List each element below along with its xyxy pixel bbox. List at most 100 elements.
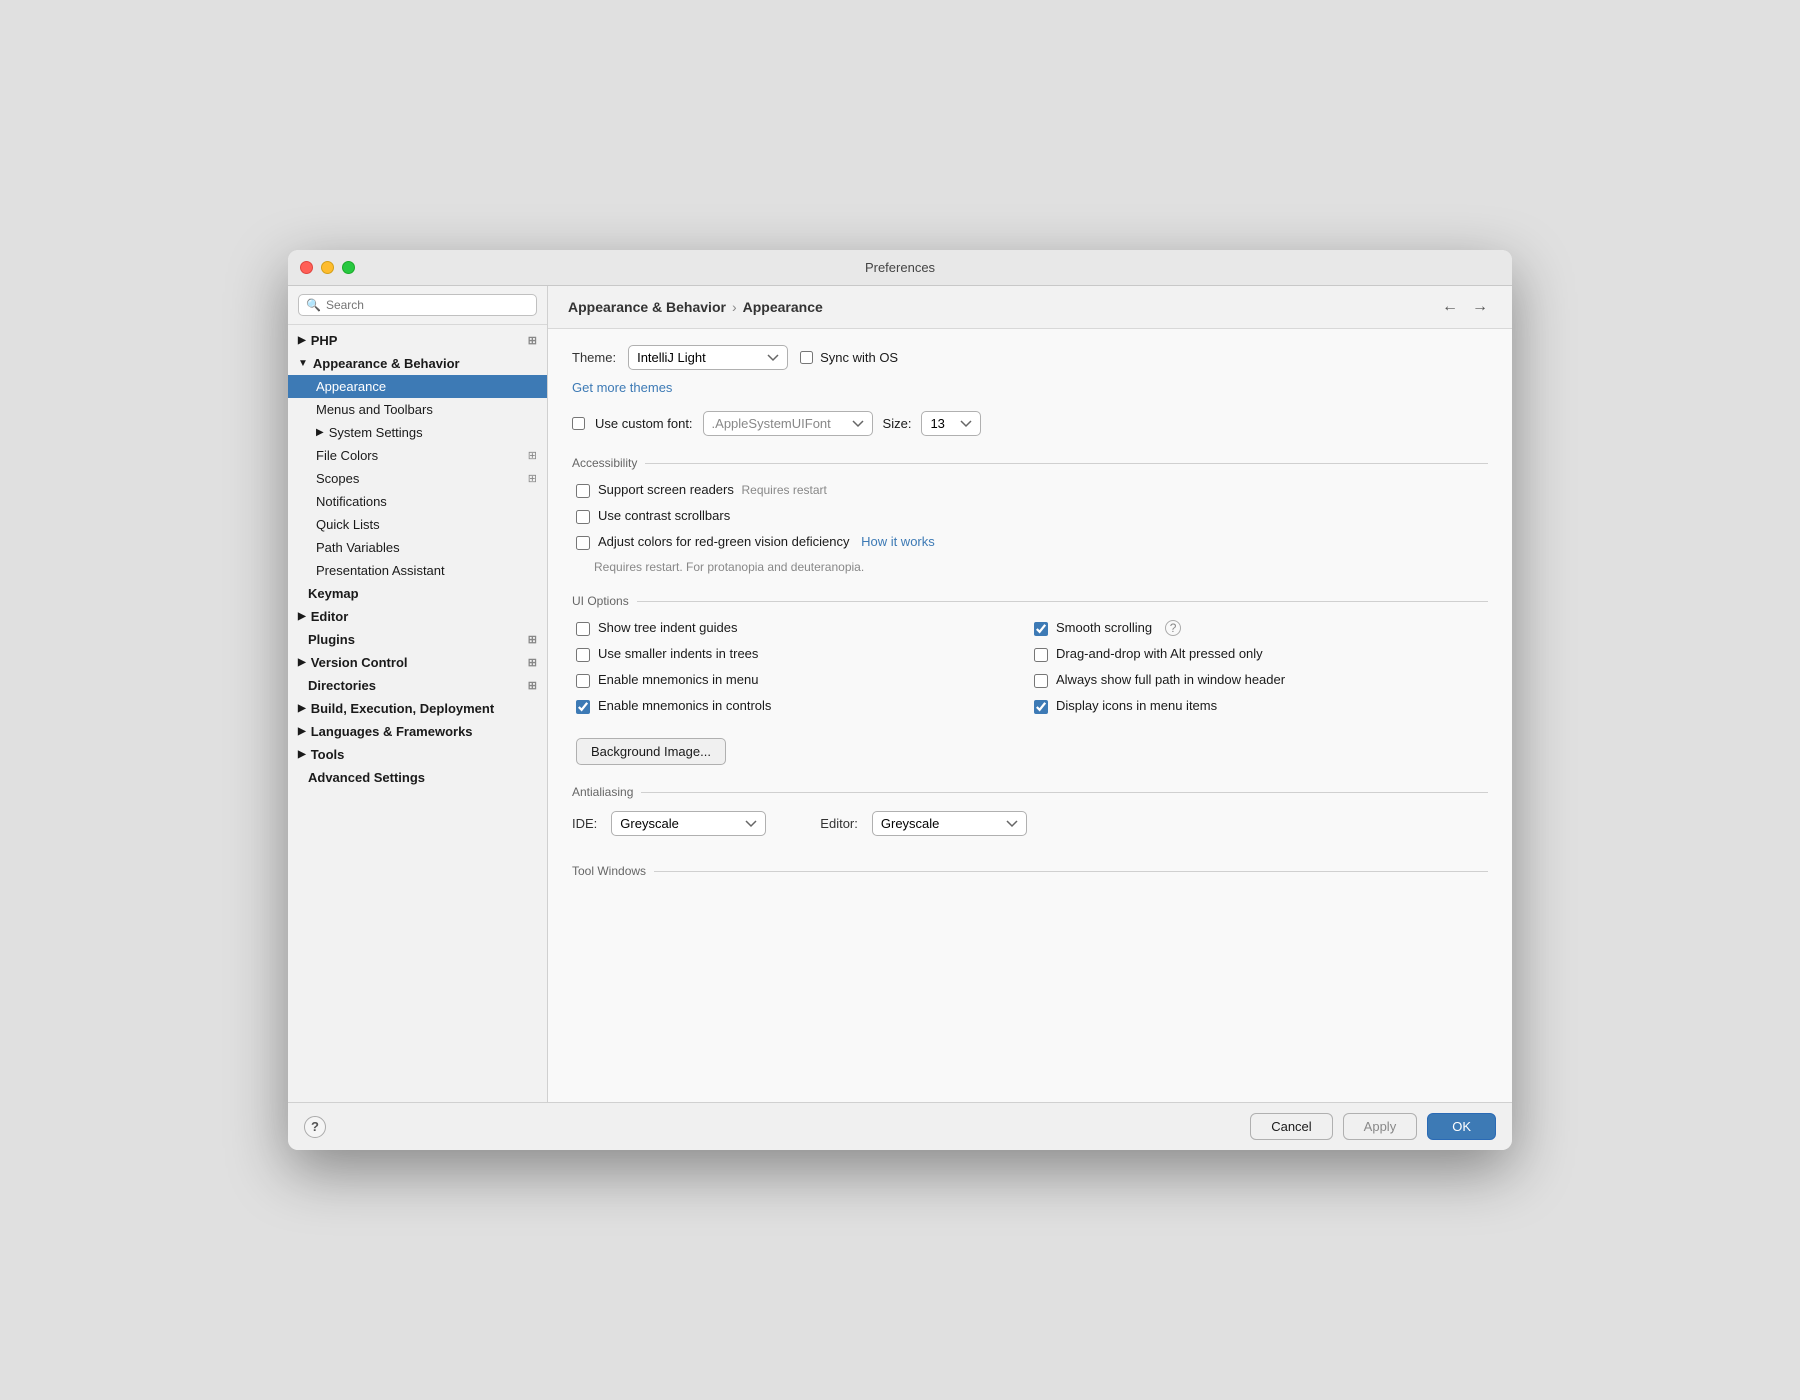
smaller-indents-row: Use smaller indents in trees: [572, 646, 1030, 662]
sidebar-item-label: System Settings: [329, 425, 423, 440]
full-path-label[interactable]: Always show full path in window header: [1056, 672, 1285, 687]
sidebar-item-presentation-assistant[interactable]: Presentation Assistant: [288, 559, 547, 582]
display-icons-checkbox[interactable]: [1034, 700, 1048, 714]
sync-os-checkbox[interactable]: [800, 351, 813, 364]
ide-aa-select[interactable]: Greyscale: [611, 811, 766, 836]
color-deficiency-checkbox[interactable]: [576, 536, 590, 550]
chevron-right-icon: ▶: [298, 749, 306, 760]
contrast-scrollbars-checkbox[interactable]: [576, 510, 590, 524]
drag-drop-alt-label[interactable]: Drag-and-drop with Alt pressed only: [1056, 646, 1263, 661]
sidebar-item-label: Plugins: [308, 632, 355, 647]
sidebar-nav: ▶ PHP ⊞ ▼ Appearance & Behavior Appearan…: [288, 325, 547, 1094]
chevron-right-icon: ▶: [298, 611, 306, 622]
cancel-button[interactable]: Cancel: [1250, 1113, 1332, 1140]
search-icon: 🔍: [306, 298, 321, 312]
tree-indent-label[interactable]: Show tree indent guides: [598, 620, 737, 635]
sidebar-item-notifications[interactable]: Notifications: [288, 490, 547, 513]
sidebar-item-label: PHP: [311, 333, 338, 348]
theme-label: Theme:: [572, 350, 616, 365]
theme-select[interactable]: IntelliJ Light: [628, 345, 788, 370]
mnemonics-menu-checkbox[interactable]: [576, 674, 590, 688]
custom-font-checkbox[interactable]: [572, 417, 585, 430]
ui-options-left: Show tree indent guides Use smaller inde…: [572, 620, 1030, 724]
sidebar-item-build-exec-deploy[interactable]: ▶ Build, Execution, Deployment: [288, 697, 547, 720]
drag-drop-alt-checkbox[interactable]: [1034, 648, 1048, 662]
sidebar-item-system-settings[interactable]: ▶ System Settings: [288, 421, 547, 444]
screen-readers-checkbox[interactable]: [576, 484, 590, 498]
sidebar-item-php[interactable]: ▶ PHP ⊞: [288, 329, 547, 352]
how-it-works-link[interactable]: How it works: [861, 534, 935, 549]
smooth-scrolling-checkbox[interactable]: [1034, 622, 1048, 636]
mnemonics-controls-checkbox[interactable]: [576, 700, 590, 714]
screen-readers-label[interactable]: Support screen readers: [598, 482, 734, 497]
background-image-button[interactable]: Background Image...: [576, 738, 726, 765]
ui-options-title: UI Options: [572, 594, 1488, 608]
contrast-scrollbars-label[interactable]: Use contrast scrollbars: [598, 508, 730, 523]
sidebar-item-quick-lists[interactable]: Quick Lists: [288, 513, 547, 536]
smaller-indents-checkbox[interactable]: [576, 648, 590, 662]
custom-font-label[interactable]: Use custom font:: [595, 416, 693, 431]
sidebar-item-scopes[interactable]: Scopes ⊞: [288, 467, 547, 490]
smaller-indents-label[interactable]: Use smaller indents in trees: [598, 646, 758, 661]
back-button[interactable]: ←: [1438, 296, 1462, 318]
sidebar-item-plugins[interactable]: Plugins ⊞: [288, 628, 547, 651]
sidebar-item-directories[interactable]: Directories ⊞: [288, 674, 547, 697]
sidebar-item-languages-frameworks[interactable]: ▶ Languages & Frameworks: [288, 720, 547, 743]
color-deficiency-content: Adjust colors for red-green vision defic…: [598, 534, 935, 549]
tree-indent-row: Show tree indent guides: [572, 620, 1030, 636]
tree-indent-checkbox[interactable]: [576, 622, 590, 636]
forward-button[interactable]: →: [1468, 296, 1492, 318]
ok-button[interactable]: OK: [1427, 1113, 1496, 1140]
color-deficiency-row: Adjust colors for red-green vision defic…: [572, 534, 1488, 550]
screen-readers-content: Support screen readers Requires restart: [598, 482, 827, 497]
sidebar-item-appearance-behavior[interactable]: ▼ Appearance & Behavior: [288, 352, 547, 375]
sidebar-item-label: Build, Execution, Deployment: [311, 701, 494, 716]
sync-row: Sync with OS: [800, 350, 898, 365]
display-icons-label[interactable]: Display icons in menu items: [1056, 698, 1217, 713]
settings-icon: ⊞: [528, 334, 537, 347]
sync-os-label[interactable]: Sync with OS: [820, 350, 898, 365]
smooth-scrolling-help-icon[interactable]: ?: [1165, 620, 1181, 636]
sidebar-item-path-variables[interactable]: Path Variables: [288, 536, 547, 559]
breadcrumb: Appearance & Behavior › Appearance: [568, 299, 1438, 315]
search-wrapper[interactable]: 🔍: [298, 294, 537, 316]
main-content: 🔍 ▶ PHP ⊞ ▼ Appearance & Behavior: [288, 286, 1512, 1102]
get-more-themes-link[interactable]: Get more themes: [572, 380, 1488, 395]
apply-button[interactable]: Apply: [1343, 1113, 1418, 1140]
font-select[interactable]: .AppleSystemUIFont: [703, 411, 873, 436]
sidebar-item-tools[interactable]: ▶ Tools: [288, 743, 547, 766]
close-button[interactable]: [300, 261, 313, 274]
window-title: Preferences: [865, 260, 935, 275]
ui-options-right: Smooth scrolling ? Drag-and-drop with Al…: [1030, 620, 1488, 724]
sidebar-item-label: Path Variables: [316, 540, 400, 555]
search-input[interactable]: [326, 298, 529, 312]
full-path-checkbox[interactable]: [1034, 674, 1048, 688]
mnemonics-controls-label[interactable]: Enable mnemonics in controls: [598, 698, 771, 713]
settings-icon: ⊞: [528, 633, 537, 646]
sidebar-item-version-control[interactable]: ▶ Version Control ⊞: [288, 651, 547, 674]
size-select[interactable]: 13: [921, 411, 981, 436]
maximize-button[interactable]: [342, 261, 355, 274]
accessibility-section: Accessibility: [572, 456, 1488, 470]
sidebar-item-keymap[interactable]: Keymap: [288, 582, 547, 605]
sidebar-item-editor[interactable]: ▶ Editor: [288, 605, 547, 628]
editor-aa-label: Editor:: [820, 816, 858, 831]
preferences-window: Preferences 🔍 ▶ PHP ⊞ ▼ A: [288, 250, 1512, 1150]
color-deficiency-label[interactable]: Adjust colors for red-green vision defic…: [598, 534, 849, 549]
help-button[interactable]: ?: [304, 1116, 326, 1138]
sidebar-item-menus-toolbars[interactable]: Menus and Toolbars: [288, 398, 547, 421]
panel-content: Theme: IntelliJ Light Sync with OS Get m…: [548, 329, 1512, 1102]
sidebar-item-appearance[interactable]: Appearance: [288, 375, 547, 398]
sidebar-item-label: Editor: [311, 609, 349, 624]
minimize-button[interactable]: [321, 261, 334, 274]
sidebar-item-label: Advanced Settings: [308, 770, 425, 785]
smooth-scrolling-label[interactable]: Smooth scrolling: [1056, 620, 1152, 635]
chevron-right-icon: ▶: [298, 657, 306, 668]
mnemonics-menu-label[interactable]: Enable mnemonics in menu: [598, 672, 758, 687]
settings-icon: ⊞: [528, 679, 537, 692]
sidebar-item-label: Menus and Toolbars: [316, 402, 433, 417]
sidebar-item-file-colors[interactable]: File Colors ⊞: [288, 444, 547, 467]
sidebar-item-advanced-settings[interactable]: Advanced Settings: [288, 766, 547, 789]
full-path-row: Always show full path in window header: [1030, 672, 1488, 688]
editor-aa-select[interactable]: Greyscale: [872, 811, 1027, 836]
